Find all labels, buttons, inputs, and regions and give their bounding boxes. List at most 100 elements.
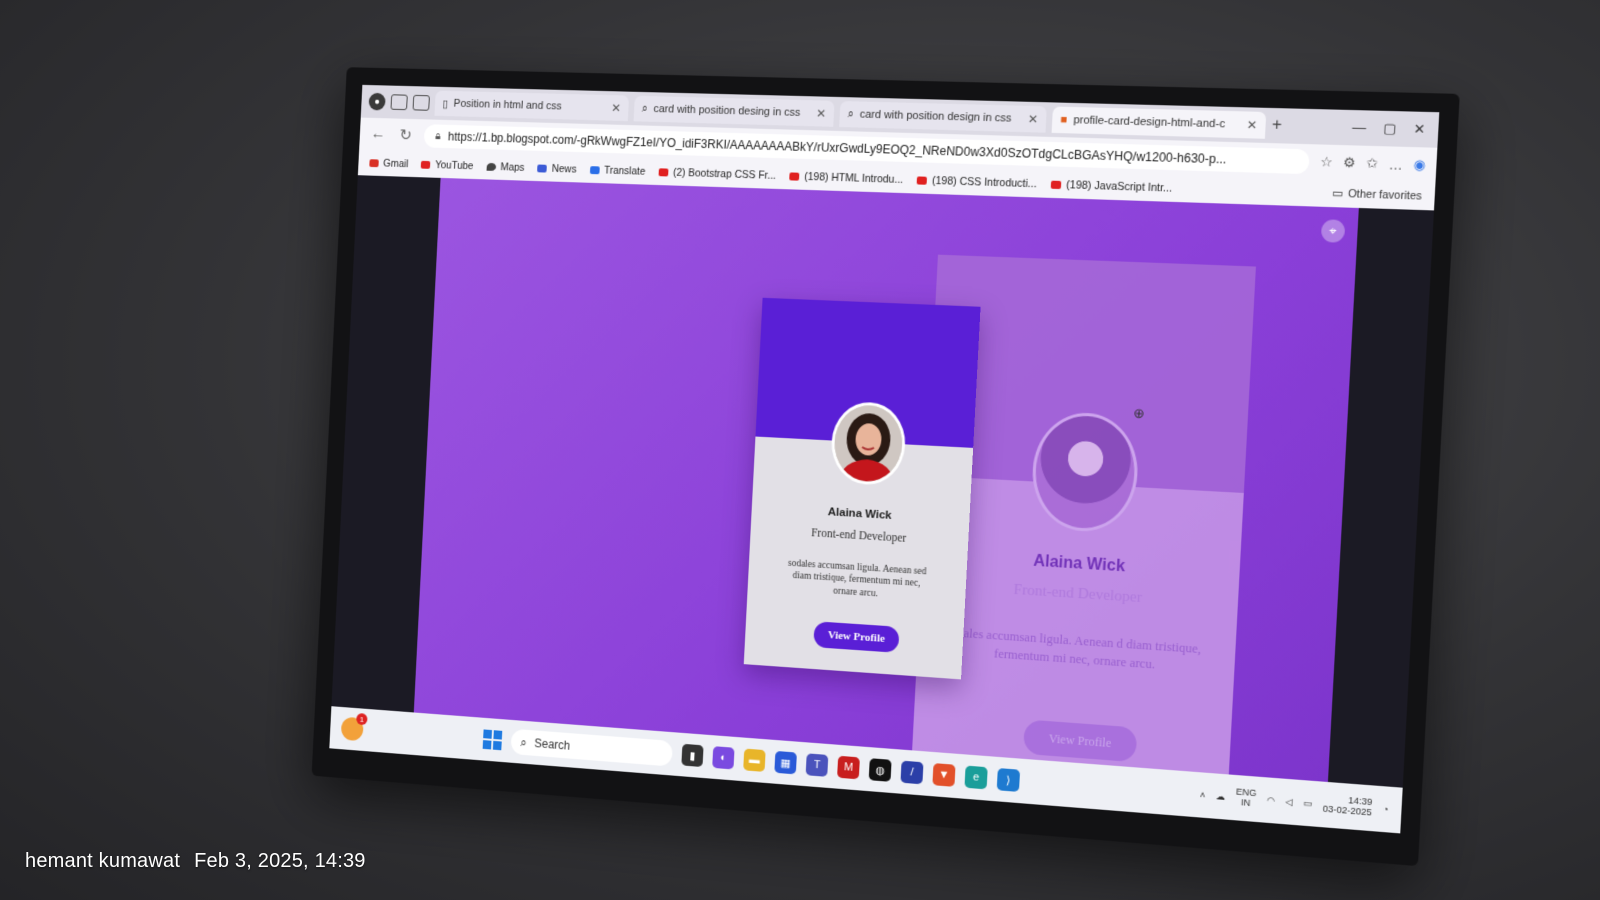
tab-actions-icon[interactable] [412,94,430,111]
teams-icon[interactable]: T [805,753,829,777]
taskbar-search[interactable]: ⌕ Search [510,728,673,767]
other-favorites-label: Other favorites [1347,187,1423,203]
mcafee-icon[interactable]: M [837,755,860,780]
bookmark-javascript[interactable]: (198) JavaScript Intr... [1050,179,1173,195]
profile-card: Alaina Wick Front-end Developer sodales … [743,297,981,680]
extensions-icon[interactable]: ⚙ [1343,154,1356,171]
bookmark-bootstrap[interactable]: (2) Bootstrap CSS Fr... [658,166,776,182]
screen: ● ▯ Position in html and css ✕ ⌕ card wi… [329,84,1440,834]
card-description: sodales accumsan ligula. Aenean sed diam… [787,558,927,600]
search-placeholder: Search [533,736,571,753]
search-icon: ⌕ [520,734,528,749]
refresh-icon[interactable]: ↻ [396,125,415,145]
tab-title: profile-card-design-html-and-c [1073,114,1226,131]
close-icon[interactable]: ✕ [816,106,827,120]
close-icon[interactable]: ✕ [1027,112,1038,126]
background-view-profile-button: View Profile [1022,719,1138,763]
bookmark-label: Gmail [382,157,409,171]
youtube-icon [421,160,431,169]
bookmark-label: (198) JavaScript Intr... [1065,179,1173,195]
visual-search-icon[interactable]: ⌖ [1320,219,1346,243]
copilot-icon[interactable]: ◐ [712,746,735,770]
card-name: Alaina Wick [827,506,892,522]
view-profile-button[interactable]: View Profile [813,621,900,653]
close-window-icon[interactable]: ✕ [1413,121,1426,138]
background-card-description: odales accumsan ligula. Aenean d diam tr… [950,625,1202,672]
bookmark-translate[interactable]: Translate [589,164,646,178]
store-icon[interactable]: ▦ [774,750,797,775]
monitor: ● ▯ Position in html and css ✕ ⌕ card wi… [311,67,1460,867]
vscode-icon[interactable]: ⟩ [996,768,1021,792]
bookmark-youtube[interactable]: YouTube [421,159,474,172]
tab-3[interactable]: ⌕ card with position design in css ✕ [839,101,1047,133]
tab-title: card with position desing in css [653,103,801,119]
caption-timestamp: Feb 3, 2025, 14:39 [194,850,366,872]
tab-title: card with position design in css [859,108,1012,125]
cloud-icon[interactable]: ☁ [1215,790,1226,802]
edge-icon[interactable]: e [964,765,988,790]
bookmark-css[interactable]: (198) CSS Introducti... [916,174,1037,190]
workspaces-icon[interactable] [390,94,408,111]
youtube-icon [1050,180,1062,190]
bookmark-html[interactable]: (198) HTML Introdu... [789,170,903,186]
tab-4[interactable]: ■ profile-card-design-html-and-c ✕ [1051,106,1267,139]
tab-title: Position in html and css [453,97,563,113]
maximize-icon[interactable]: ▢ [1383,120,1397,137]
tab-2[interactable]: ⌕ card with position desing in css ✕ [633,95,835,127]
translate-icon [589,166,600,175]
volume-icon[interactable]: ◁ [1285,796,1293,808]
notification-badge: 1 [356,712,368,726]
youtube-icon [658,168,669,177]
caption-author: hemant kumawat [25,850,181,872]
news-icon [537,164,548,173]
file-explorer-icon[interactable]: ▬ [743,748,766,772]
bookmark-label: News [551,162,577,176]
background-card-name: Alaina Wick [1032,552,1126,576]
region-code: IN [1240,797,1251,809]
page-content: Alaina Wick Front-end Developer odales a… [331,175,1434,802]
zoom-cursor-icon: ⊕ [1132,405,1146,422]
brave-icon[interactable]: ▼ [932,763,956,787]
copilot-icon[interactable]: ◉ [1413,157,1426,174]
wifi-icon[interactable]: ◠ [1266,794,1275,806]
battery-icon[interactable]: ▭ [1303,797,1313,809]
minimize-icon[interactable]: — [1352,119,1367,136]
window-controls: — ▢ ✕ [1352,119,1430,138]
bookmark-label: YouTube [434,159,474,173]
editor-icon[interactable]: / [900,760,924,785]
tab-1[interactable]: ▯ Position in html and css ✕ [434,90,630,122]
clock[interactable]: 14:39 03-02-2025 [1322,794,1372,818]
notifications-icon[interactable]: ◔ [1382,804,1388,815]
bookmark-gmail[interactable]: Gmail [369,157,409,171]
folder-icon: ▭ [1331,187,1343,201]
star-icon[interactable]: ☆ [1320,154,1333,171]
more-icon[interactable]: … [1388,156,1403,172]
other-favorites[interactable]: ▭ Other favorites [1332,187,1422,202]
search-icon: ⌕ [847,107,855,120]
github-icon[interactable]: ◍ [868,758,892,782]
close-icon[interactable]: ✕ [1246,118,1257,133]
lock-icon[interactable]: 🔒︎ [435,130,441,143]
new-tab-icon[interactable]: + [1271,116,1282,135]
bookmark-maps[interactable]: Maps [486,161,525,174]
weather-widget-icon[interactable]: 1 [340,712,368,742]
search-icon: ⌕ [641,102,649,115]
system-tray: ˄ ☁ ENG IN ◠ ◁ ▭ 14:39 03-02-2025 ◔ [1199,785,1389,820]
image-viewer: Alaina Wick Front-end Developer odales a… [413,177,1359,802]
card-role: Front-end Developer [810,527,907,545]
bookmark-news[interactable]: News [537,162,577,176]
bookmark-label: Maps [500,161,525,174]
language-indicator[interactable]: ENG IN [1235,786,1257,810]
bookmark-label: (2) Bootstrap CSS Fr... [672,166,777,182]
task-view-icon[interactable]: ▮ [681,743,704,768]
page-icon: ▯ [442,98,449,110]
profile-icon[interactable]: ● [368,92,386,111]
close-icon[interactable]: ✕ [611,101,621,115]
favorites-icon[interactable]: ✩ [1366,155,1379,172]
start-button[interactable] [482,729,503,751]
blogger-icon: ■ [1060,113,1068,127]
back-icon[interactable]: ← [369,126,388,144]
photo-caption: hemant kumawat Feb 3, 2025, 14:39 [25,850,366,873]
background-card-role: Front-end Developer [1013,581,1143,607]
chevron-up-icon[interactable]: ˄ [1200,790,1206,801]
